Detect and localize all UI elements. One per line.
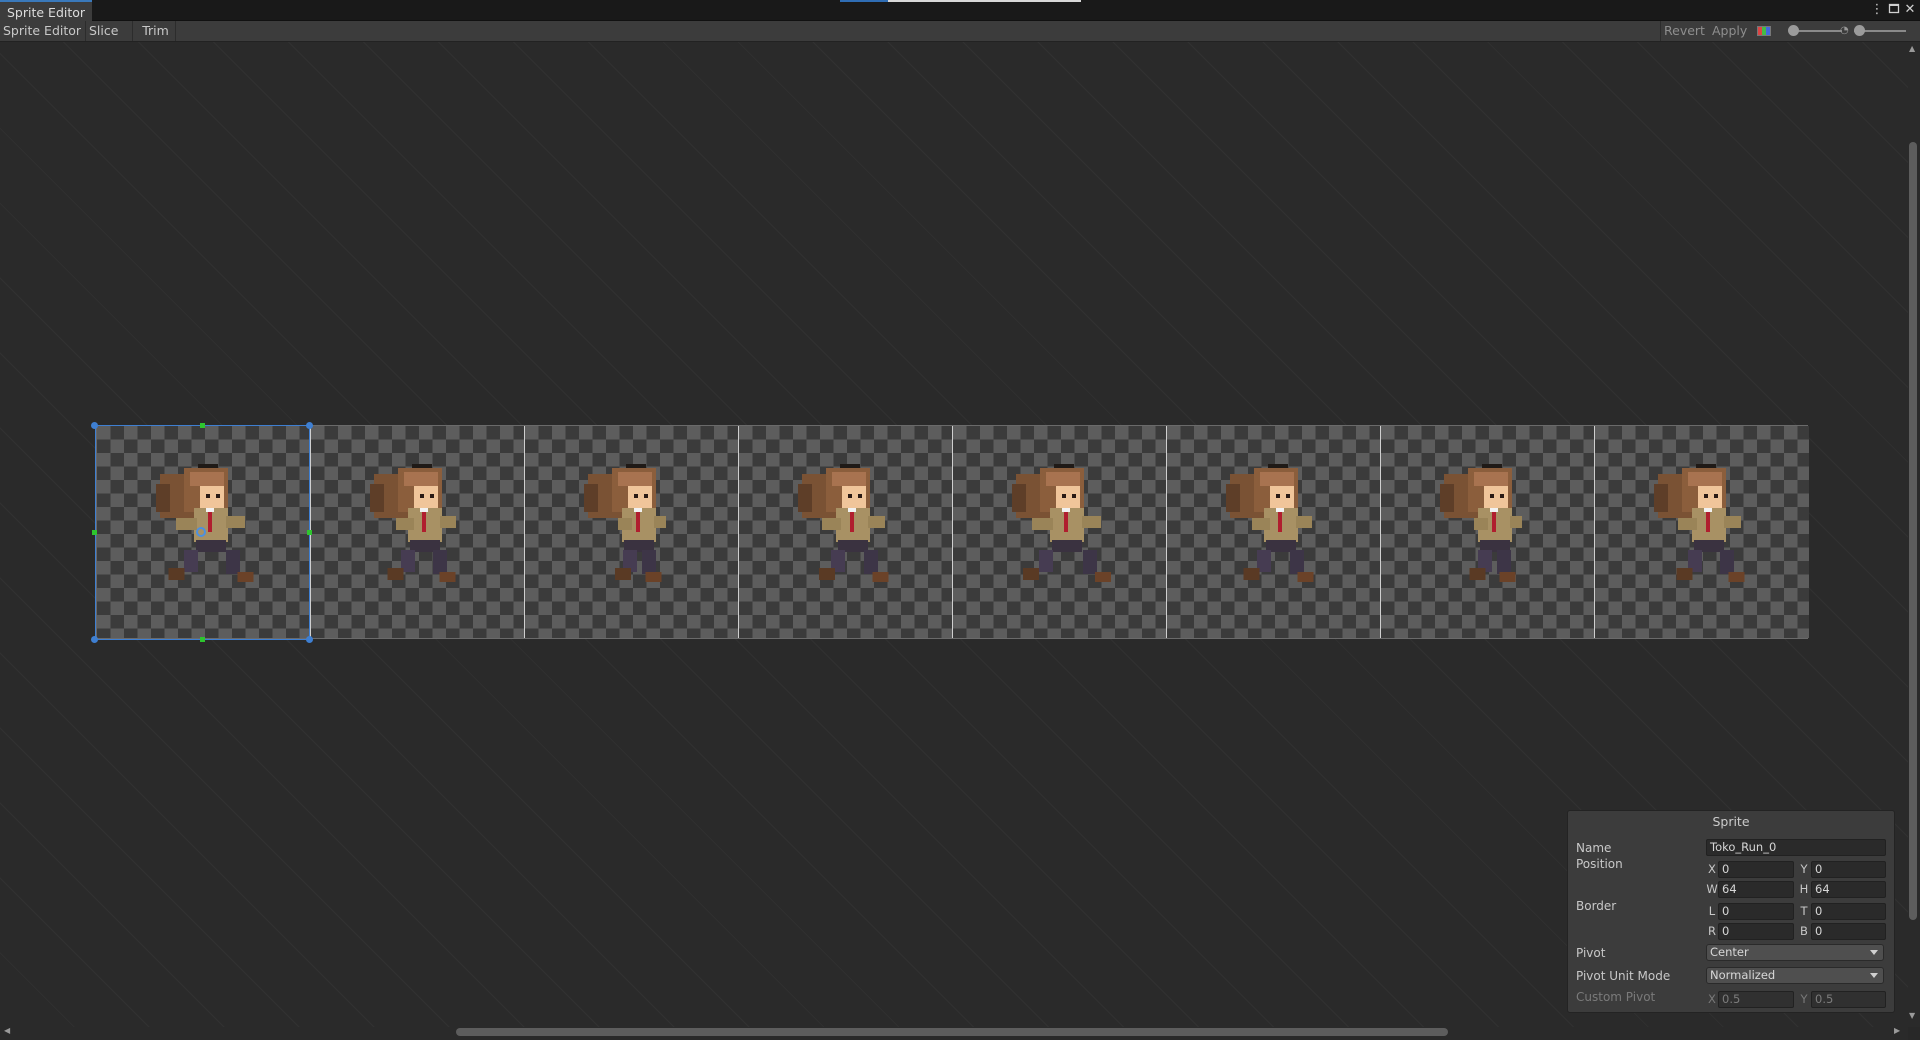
size-w-label: W [1706,882,1718,896]
position-x-label: X [1708,862,1716,876]
scroll-left-icon[interactable]: ◀ [4,1026,10,1036]
border-b-label: B [1800,924,1808,938]
size-h-label: H [1799,882,1809,896]
rgb-channel-icon[interactable] [1757,26,1771,36]
pivot-value: Center [1710,945,1749,959]
sprite-frame[interactable] [311,426,525,638]
resize-handle-top-left[interactable] [91,422,98,429]
maximize-icon[interactable] [1886,2,1902,18]
character-sprite [798,464,889,582]
sprite-frame[interactable] [1167,426,1381,638]
tab-sprite-editor[interactable]: Sprite Editor [0,0,93,21]
tab-highlight-secondary [888,0,1081,2]
sprite-sheet [96,425,1809,639]
sprite-frame[interactable] [525,426,739,638]
scroll-up-icon[interactable]: ▲ [1909,44,1915,54]
character-sprite [584,464,666,582]
slice-dropdown[interactable]: Slice [86,21,133,54]
name-label: Name [1576,841,1612,855]
border-t-label: T [1800,904,1808,918]
sprite-editor-mode-label: Sprite Editor [3,23,82,38]
border-r-field[interactable]: 0 [1718,923,1794,940]
zoom-slider-track[interactable] [1792,30,1842,32]
sprite-frame[interactable] [1381,426,1595,638]
border-b-field[interactable]: 0 [1811,923,1886,940]
border-t-field[interactable]: 0 [1811,903,1886,920]
position-label: Position [1576,857,1623,871]
custom-pivot-y-label: Y [1800,992,1808,1006]
mip-slider-knob[interactable] [1854,25,1865,36]
character-sprite [1012,464,1111,582]
border-label: Border [1576,899,1617,913]
resize-handle-right[interactable] [307,530,312,535]
resize-handle-top[interactable] [200,423,205,428]
panel-title: Sprite [1712,814,1750,829]
zoom-slider-knob[interactable] [1788,25,1799,36]
border-r-label: R [1708,924,1716,938]
custom-pivot-x-label: X [1708,992,1716,1006]
custom-pivot-y-field: 0.5 [1811,991,1886,1008]
trim-button[interactable]: Trim [136,21,176,41]
sprite-frame[interactable] [739,426,953,638]
chevron-down-icon [1870,973,1878,978]
size-h-field[interactable]: 64 [1811,881,1886,898]
resize-handle-left[interactable] [92,530,97,535]
name-field[interactable]: Toko_Run_0 [1706,839,1886,856]
pivot-unit-mode-label: Pivot Unit Mode [1576,969,1671,983]
character-sprite [1440,464,1522,582]
border-l-field[interactable]: 0 [1718,903,1794,920]
title-bar: Sprite Editor ⋮ ✕ [0,0,1920,21]
position-y-field[interactable]: 0 [1811,861,1886,878]
close-icon[interactable]: ✕ [1902,2,1918,18]
vertical-scroll-thumb[interactable] [1909,142,1917,920]
sprite-inspector-panel: Sprite Name Toko_Run_0 Position X 0 Y 0 … [1567,810,1895,1013]
mip-level-icon: ◔ [1840,25,1849,36]
custom-pivot-label: Custom Pivot [1576,990,1656,1004]
character-sprite [370,464,456,582]
border-l-label: L [1708,904,1716,918]
kebab-menu-icon[interactable]: ⋮ [1869,2,1885,18]
pivot-label: Pivot [1576,946,1606,960]
scroll-right-icon[interactable]: ▶ [1894,1026,1900,1036]
resize-handle-bottom-left[interactable] [91,636,98,643]
pivot-dropdown[interactable]: Center [1706,944,1884,961]
horizontal-scroll-thumb[interactable] [456,1028,1448,1036]
revert-button[interactable]: Revert [1660,21,1708,41]
resize-handle-bottom[interactable] [200,637,205,642]
pivot-unit-mode-value: Normalized [1710,968,1776,982]
chevron-down-icon [1870,950,1878,955]
character-sprite [1654,464,1745,582]
apply-button[interactable]: Apply [1709,21,1750,41]
resize-handle-top-right[interactable] [306,422,313,429]
sprite-frame[interactable] [1595,426,1809,638]
tab-highlight [840,0,888,2]
slice-label: Slice [89,23,119,38]
scroll-down-icon[interactable]: ▼ [1909,1011,1915,1021]
character-sprite [1226,464,1314,582]
position-y-label: Y [1800,862,1808,876]
size-w-field[interactable]: 64 [1718,881,1794,898]
pivot-unit-mode-dropdown[interactable]: Normalized [1706,967,1884,984]
sprite-frame[interactable] [953,426,1167,638]
pivot-handle[interactable] [196,527,206,537]
custom-pivot-x-field: 0.5 [1718,991,1794,1008]
sprite-editor-mode-dropdown[interactable]: Sprite Editor [0,21,86,54]
resize-handle-bottom-right[interactable] [306,636,313,643]
position-x-field[interactable]: 0 [1718,861,1794,878]
toolbar: Sprite Editor Slice Trim Revert Apply [0,21,1920,54]
